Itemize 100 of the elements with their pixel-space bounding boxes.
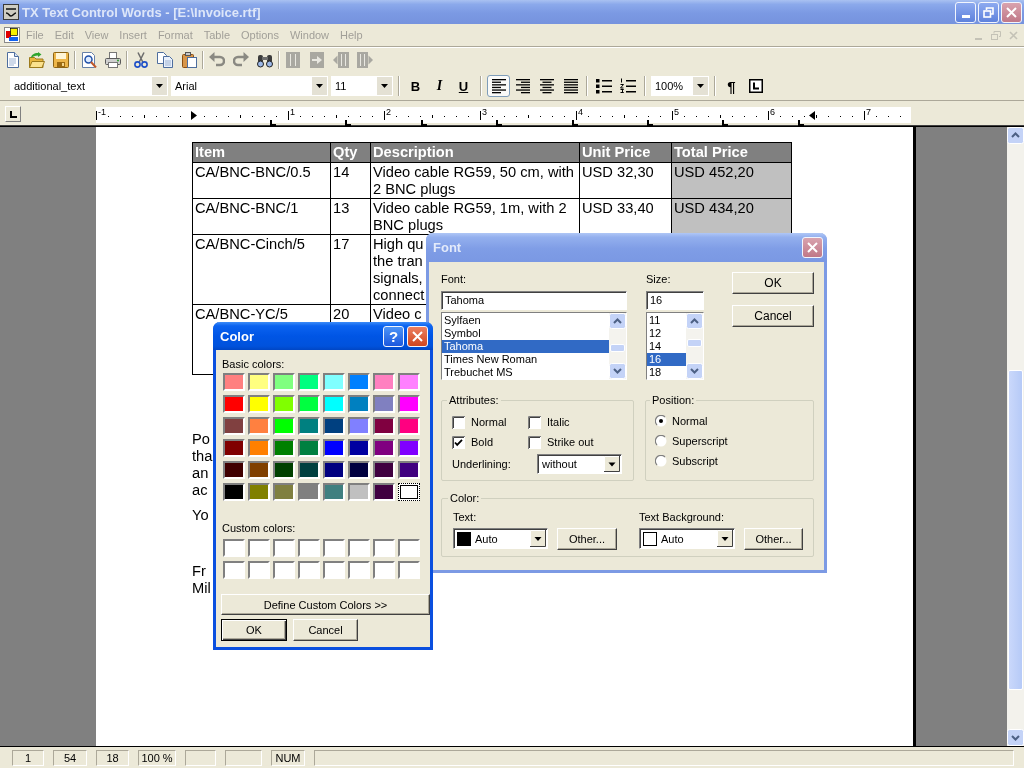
- swatch-icon[interactable]: [298, 373, 320, 391]
- swatch-icon[interactable]: [223, 483, 245, 501]
- swatch-icon[interactable]: [348, 461, 370, 479]
- swatch-icon[interactable]: [373, 539, 395, 557]
- swatch-icon[interactable]: [323, 373, 345, 391]
- swatch-icon[interactable]: [373, 417, 395, 435]
- swatch-icon[interactable]: [323, 395, 345, 413]
- font-list[interactable]: Sylfaen Symbol Tahoma Times New Roman Trebuchet MS: [441, 312, 627, 380]
- swatch-icon[interactable]: [373, 461, 395, 479]
- checkbox[interactable]: [528, 415, 541, 429]
- print-preview-icon[interactable]: [81, 52, 97, 68]
- swatch-icon[interactable]: [348, 561, 370, 579]
- font-size-field[interactable]: 16: [646, 291, 704, 310]
- binoculars-icon[interactable]: [257, 52, 273, 68]
- swatch-icon[interactable]: [273, 395, 295, 413]
- checkbox[interactable]: [528, 435, 541, 449]
- swatch-icon[interactable]: [398, 395, 420, 413]
- radio-button[interactable]: [655, 435, 667, 447]
- swatch-icon[interactable]: [348, 483, 370, 501]
- restore-button[interactable]: [978, 1, 999, 23]
- swatch-icon[interactable]: [273, 461, 295, 479]
- scrollbar[interactable]: [609, 313, 626, 379]
- tab-stop-icon[interactable]: [345, 120, 351, 126]
- swatch-icon[interactable]: [398, 439, 420, 457]
- scrollbar-thumb[interactable]: [687, 339, 702, 347]
- swatch-icon[interactable]: [248, 439, 270, 457]
- swatch-icon[interactable]: [348, 373, 370, 391]
- font-size-combo[interactable]: 11: [331, 76, 393, 96]
- swatch-icon[interactable]: [298, 395, 320, 413]
- list-item[interactable]: Trebuchet MS: [442, 366, 609, 379]
- tab-stop-icon[interactable]: [572, 120, 578, 126]
- align-left-button[interactable]: [487, 75, 510, 97]
- swatch-icon[interactable]: [298, 561, 320, 579]
- swatch-icon[interactable]: [223, 539, 245, 557]
- scrollbar[interactable]: [686, 313, 703, 379]
- swatch-icon[interactable]: [248, 417, 270, 435]
- swatch-icon[interactable]: [223, 417, 245, 435]
- tab-stop-icon[interactable]: [798, 120, 804, 126]
- define-custom-colors-button[interactable]: Define Custom Colors >>: [221, 594, 430, 615]
- tab-stop-icon[interactable]: [647, 120, 653, 126]
- list-item[interactable]: Tahoma: [442, 340, 609, 353]
- close-button[interactable]: [1001, 1, 1022, 23]
- list-item[interactable]: 16: [647, 353, 686, 366]
- swatch-icon[interactable]: [398, 539, 420, 557]
- list-item[interactable]: Times New Roman: [442, 353, 609, 366]
- list-item[interactable]: Sylfaen: [442, 314, 609, 327]
- color-combo[interactable]: Auto: [453, 528, 548, 549]
- swatch-icon[interactable]: [248, 483, 270, 501]
- swatch-icon[interactable]: [273, 539, 295, 557]
- swatch-icon[interactable]: [348, 395, 370, 413]
- swatch-icon[interactable]: [323, 539, 345, 557]
- swatch-icon[interactable]: [273, 483, 295, 501]
- swatch-icon[interactable]: [398, 417, 420, 435]
- swatch-icon[interactable]: [248, 539, 270, 557]
- minimize-button[interactable]: [955, 1, 976, 23]
- swatch-icon[interactable]: [298, 461, 320, 479]
- swatch-icon[interactable]: [298, 417, 320, 435]
- close-button[interactable]: [407, 325, 428, 347]
- underlining-combo[interactable]: without: [537, 454, 622, 474]
- font-name-field[interactable]: Tahoma: [441, 291, 627, 310]
- swatch-icon[interactable]: [223, 373, 245, 391]
- list-item[interactable]: 14: [647, 340, 686, 353]
- swatch-icon[interactable]: [248, 373, 270, 391]
- indent-marker-icon[interactable]: [191, 111, 197, 120]
- swatch-icon[interactable]: [323, 439, 345, 457]
- tab-stop-icon[interactable]: [270, 120, 276, 126]
- dropdown-arrow-icon[interactable]: [604, 456, 620, 472]
- swatch-icon[interactable]: [298, 539, 320, 557]
- open-folder-icon[interactable]: [29, 52, 45, 68]
- ok-button[interactable]: OK: [732, 272, 814, 294]
- zoom-combo[interactable]: 100%: [651, 76, 709, 96]
- swatch-icon[interactable]: [273, 417, 295, 435]
- list-item[interactable]: 12: [647, 327, 686, 340]
- swatch-icon[interactable]: [373, 395, 395, 413]
- font-combo[interactable]: Arial: [171, 76, 328, 96]
- other-button[interactable]: Other...: [744, 528, 803, 550]
- italic-button[interactable]: I: [428, 75, 451, 97]
- swatch-icon[interactable]: [248, 395, 270, 413]
- swatch-icon[interactable]: [398, 483, 420, 501]
- swatch-icon[interactable]: [273, 373, 295, 391]
- swatch-icon[interactable]: [223, 439, 245, 457]
- cancel-button[interactable]: Cancel: [293, 619, 358, 641]
- radio-button[interactable]: [655, 455, 667, 467]
- size-list[interactable]: 11 12 14 16 18: [646, 312, 704, 380]
- swatch-icon[interactable]: [298, 483, 320, 501]
- swatch-icon[interactable]: [223, 395, 245, 413]
- tab-type-button[interactable]: [5, 106, 21, 122]
- formatting-marks-button[interactable]: ¶: [720, 75, 743, 97]
- swatch-icon[interactable]: [273, 561, 295, 579]
- swatch-icon[interactable]: [398, 373, 420, 391]
- swatch-icon[interactable]: [248, 561, 270, 579]
- scrollbar-thumb[interactable]: [1008, 370, 1023, 690]
- color-combo[interactable]: Auto: [639, 528, 735, 549]
- save-icon[interactable]: [53, 52, 69, 68]
- cancel-button[interactable]: Cancel: [732, 305, 814, 327]
- tab-stop-icon[interactable]: [496, 120, 502, 126]
- dropdown-arrow-icon[interactable]: [530, 530, 546, 547]
- clipboard-icon[interactable]: [181, 52, 197, 68]
- swatch-icon[interactable]: [398, 461, 420, 479]
- checkbox[interactable]: [452, 415, 465, 429]
